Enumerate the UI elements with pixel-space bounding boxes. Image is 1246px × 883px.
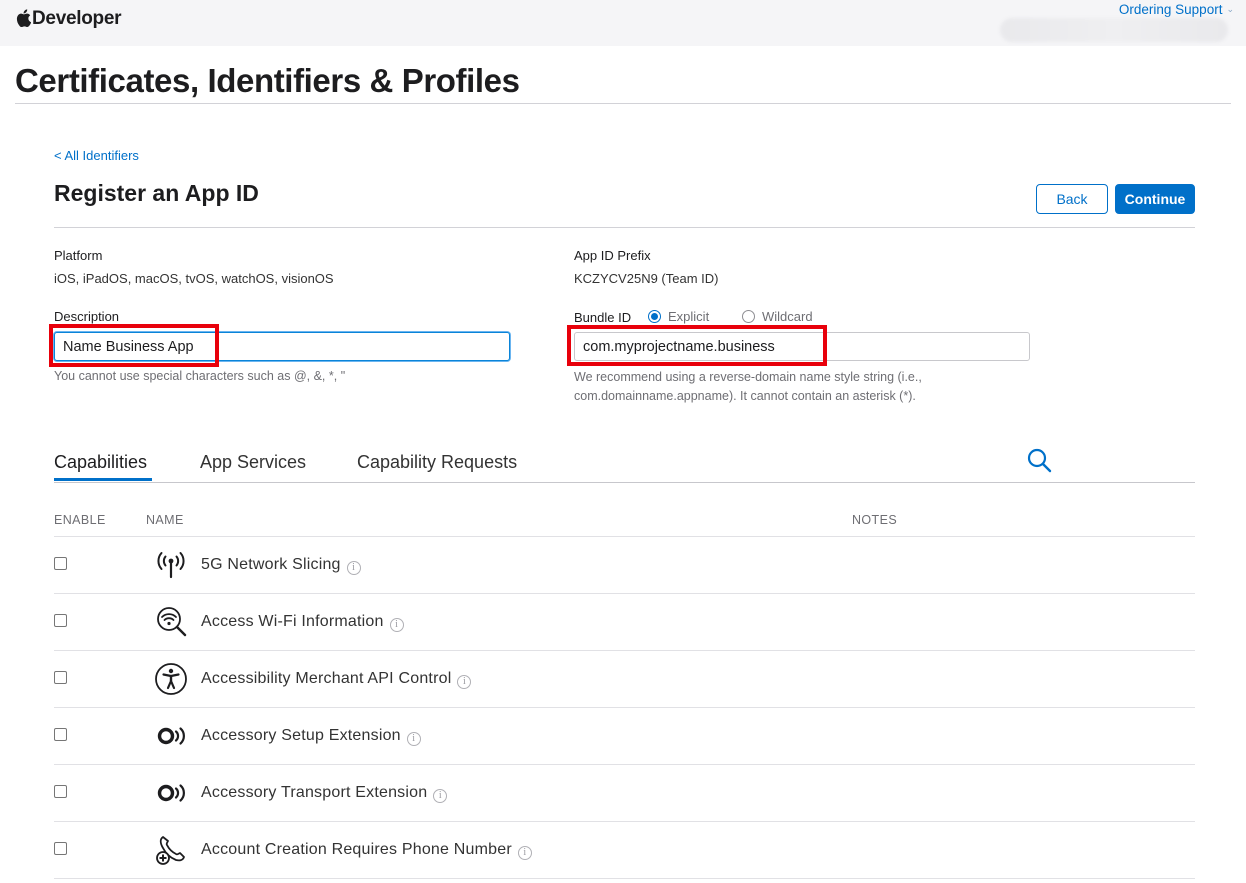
capability-label: Accessory Transport Extension [201, 784, 428, 801]
app-id-prefix-value: KCZYCV25N9 (Team ID) [574, 271, 719, 286]
info-icon[interactable]: i [517, 846, 532, 860]
bundle-id-label: Bundle ID [574, 310, 632, 325]
apple-logo-icon [16, 9, 31, 27]
description-input[interactable] [54, 332, 510, 361]
capability-label: Accessibility Merchant API Control [201, 670, 452, 687]
back-button[interactable]: Back [1036, 184, 1108, 214]
column-header-enable: ENABLE [54, 513, 106, 527]
capability-name: Accessory Setup Extension i [201, 727, 421, 746]
enable-checkbox[interactable] [54, 728, 67, 741]
divider [54, 482, 1195, 483]
phone-add-icon [156, 836, 185, 865]
capability-name: 5G Network Slicing i [201, 556, 361, 575]
column-header-notes: NOTES [852, 513, 898, 527]
register-app-id-title: Register an App ID [54, 180, 259, 206]
tab-capabilities[interactable]: Capabilities [54, 452, 147, 473]
tab-app-services[interactable]: App Services [200, 452, 306, 473]
brand-label: Developer [32, 8, 122, 29]
top-bar: Developer Ordering Support ⌄ [0, 0, 1246, 46]
info-icon[interactable]: i [406, 732, 421, 746]
developer-logo[interactable]: Developer [16, 8, 121, 30]
description-label: Description [54, 309, 120, 324]
wifi-search-icon [157, 607, 187, 637]
all-identifiers-link[interactable]: < All Identifiers [54, 148, 139, 163]
divider [15, 103, 1231, 104]
page-title: Certificates, Identifiers & Profiles [15, 62, 520, 99]
continue-button[interactable]: Continue [1115, 184, 1195, 214]
capability-name: Access Wi-Fi Information i [201, 613, 404, 632]
bundle-id-hint-line1: We recommend using a reverse-domain name… [574, 370, 922, 384]
radio-selected-icon [648, 310, 661, 323]
info-icon[interactable]: i [389, 618, 404, 632]
enable-checkbox[interactable] [54, 671, 67, 684]
capability-name: Accessibility Merchant API Control i [201, 670, 472, 689]
capability-label: Account Creation Requires Phone Number [201, 841, 512, 858]
capability-label: Access Wi-Fi Information [201, 613, 384, 630]
accessibility-icon [155, 663, 187, 695]
table-row: Accessory Setup Extension i [54, 708, 1195, 765]
chevron-down-icon: ⌄ [1226, 4, 1234, 14]
antenna-icon [157, 552, 185, 579]
enable-checkbox[interactable] [54, 785, 67, 798]
accessory-icon [157, 784, 185, 802]
table-row: Account Creation Requires Phone Number i [54, 822, 1195, 879]
bundle-explicit-label: Explicit [668, 309, 710, 324]
blurred-account-name [1000, 18, 1228, 42]
table-row: Accessibility Merchant API Control i [54, 651, 1195, 708]
bundle-wildcard-label: Wildcard [762, 309, 813, 324]
platform-value: iOS, iPadOS, macOS, tvOS, watchOS, visio… [54, 271, 334, 286]
tab-capability-requests[interactable]: Capability Requests [357, 452, 517, 473]
enable-checkbox[interactable] [54, 842, 67, 855]
info-icon[interactable]: i [457, 675, 472, 689]
accessory-icon [157, 727, 185, 745]
ordering-support-label: Ordering Support [1118, 2, 1223, 17]
search-icon[interactable] [1026, 447, 1052, 473]
table-row: Accessory Transport Extension i [54, 765, 1195, 822]
bundle-id-input[interactable] [574, 332, 1030, 361]
table-row: 5G Network Slicing i [54, 537, 1195, 594]
divider [54, 227, 1195, 228]
ordering-support-menu[interactable]: Ordering Support ⌄ [1119, 2, 1234, 17]
enable-checkbox[interactable] [54, 557, 67, 570]
description-hint: You cannot use special characters such a… [54, 369, 346, 383]
bundle-explicit-radio[interactable]: Explicit [648, 309, 709, 324]
column-header-name: NAME [146, 513, 184, 527]
enable-checkbox[interactable] [54, 614, 67, 627]
capability-label: Accessory Setup Extension [201, 727, 401, 744]
active-tab-indicator [54, 478, 152, 481]
bundle-id-hint-line2: com.domainname.appname). It cannot conta… [574, 389, 916, 403]
platform-label: Platform [54, 248, 103, 263]
info-icon[interactable]: i [346, 561, 361, 575]
capability-name: Accessory Transport Extension i [201, 784, 448, 803]
divider [54, 878, 1195, 879]
capability-name: Account Creation Requires Phone Number i [201, 841, 532, 860]
radio-unselected-icon [742, 310, 755, 323]
info-icon[interactable]: i [433, 789, 448, 803]
capability-label: 5G Network Slicing [201, 556, 341, 573]
table-row: Access Wi-Fi Information i [54, 594, 1195, 651]
bundle-wildcard-radio[interactable]: Wildcard [742, 309, 813, 324]
app-id-prefix-label: App ID Prefix [574, 248, 651, 263]
